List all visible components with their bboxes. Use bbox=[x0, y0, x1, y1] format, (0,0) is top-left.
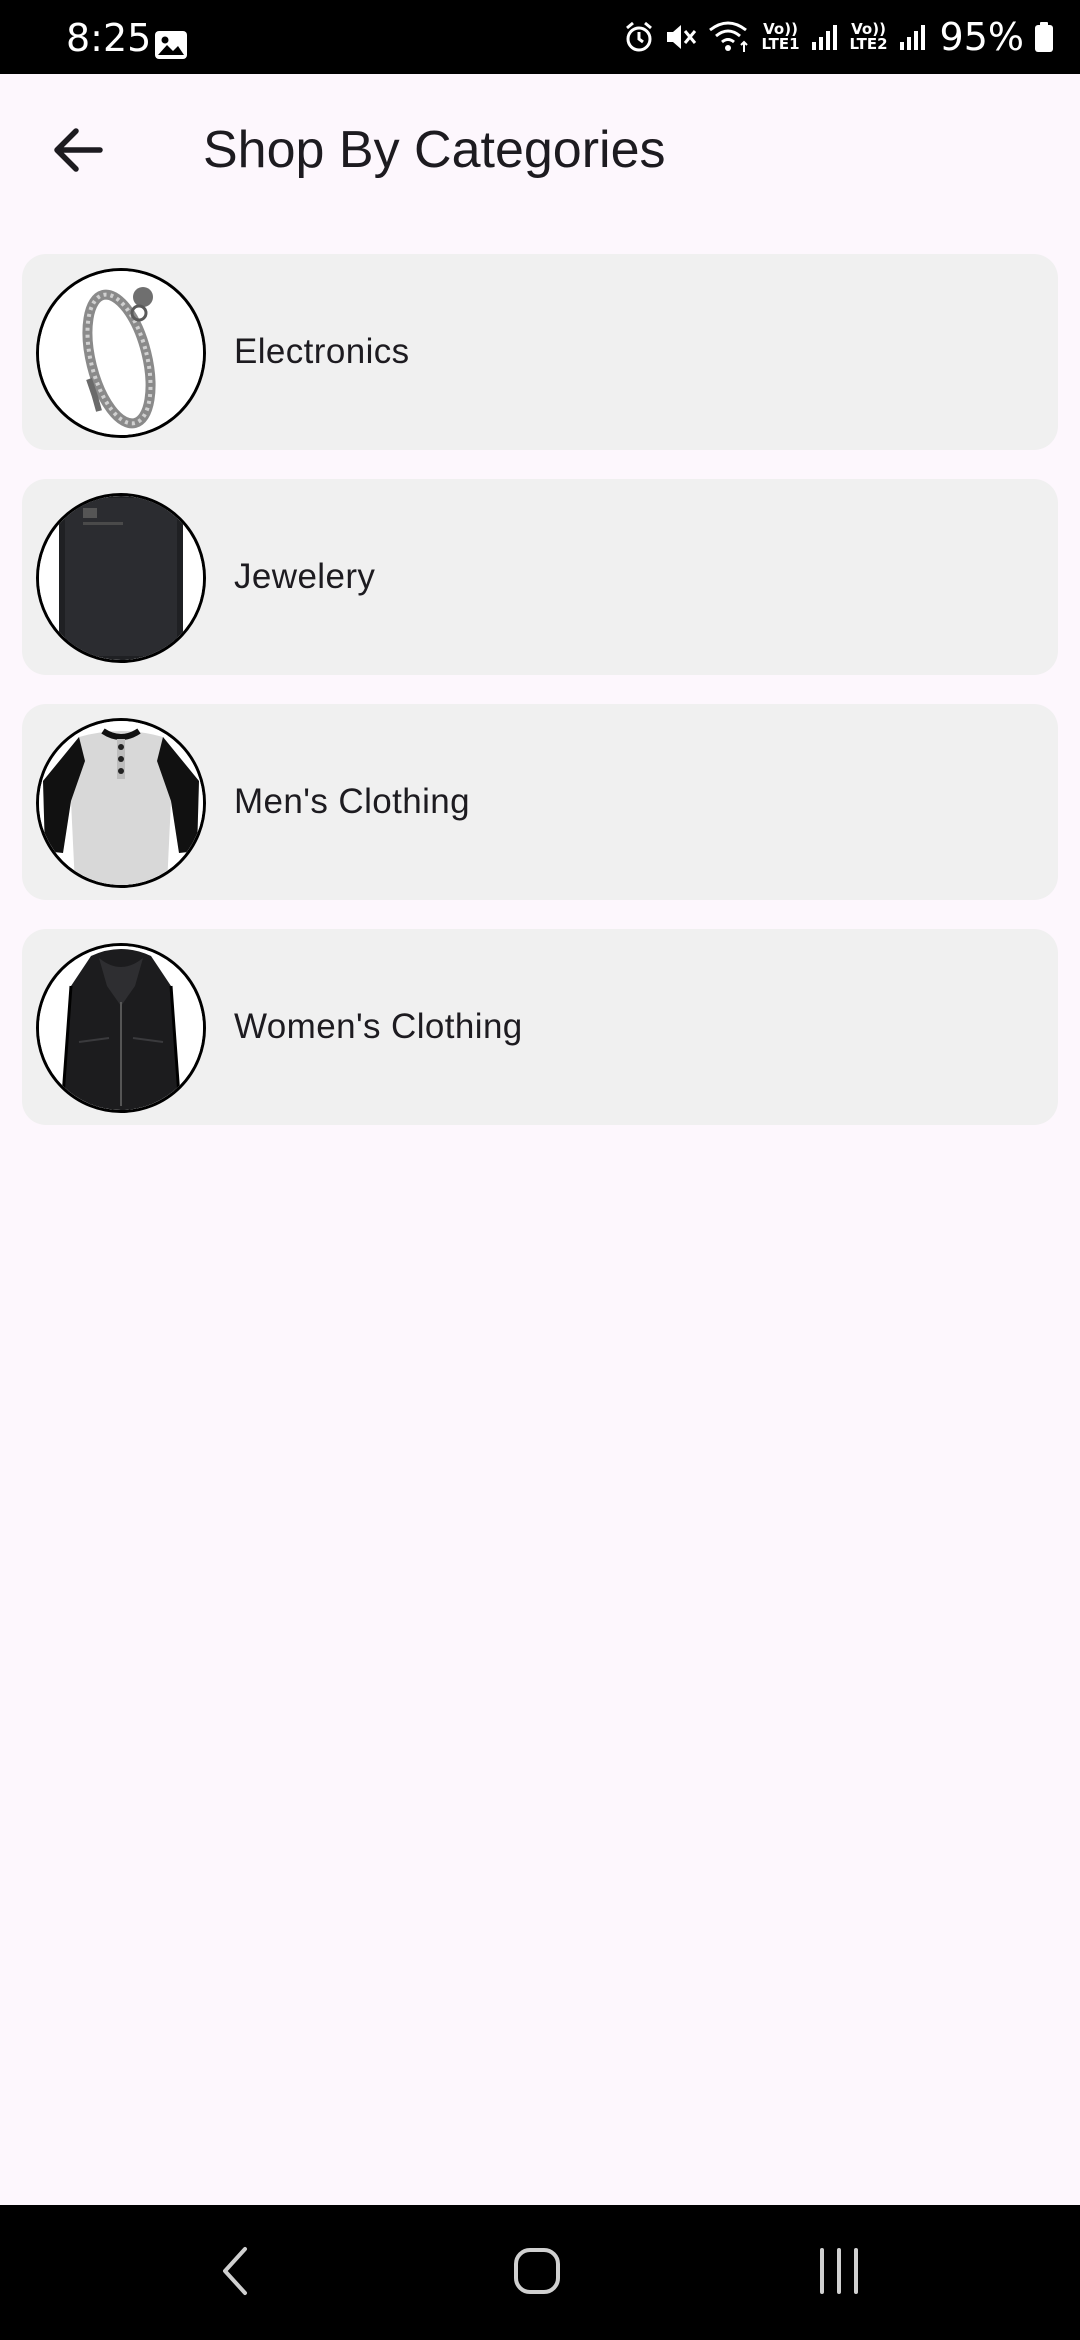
nav-recents-button[interactable] bbox=[794, 2233, 884, 2313]
nav-back-button[interactable] bbox=[190, 2233, 280, 2313]
category-card-electronics[interactable]: Electronics bbox=[22, 254, 1058, 450]
alarm-icon bbox=[624, 21, 654, 53]
page-title: Shop By Categories bbox=[203, 121, 666, 179]
battery-percent: 95% bbox=[939, 15, 1024, 59]
category-label: Jewelery bbox=[234, 557, 376, 596]
category-label: Electronics bbox=[234, 332, 410, 371]
category-label: Women's Clothing bbox=[234, 1007, 523, 1046]
status-bar: 8:25 Vo)) LTE1 Vo)) LTE2 95% bbox=[0, 0, 1080, 74]
app-bar: Shop By Categories bbox=[0, 74, 1080, 230]
sim1-label: LTE1 bbox=[761, 35, 800, 53]
hard-drive-image bbox=[36, 493, 206, 663]
sim1-indicator: Vo)) LTE1 bbox=[761, 20, 800, 53]
back-nav-icon bbox=[215, 2243, 255, 2304]
raglan-shirt-image bbox=[36, 718, 206, 888]
mute-icon bbox=[664, 21, 698, 53]
sim2-indicator: Vo)) LTE2 bbox=[849, 20, 888, 53]
battery-icon bbox=[1034, 21, 1054, 53]
back-button[interactable] bbox=[40, 114, 116, 190]
status-time: 8:25 bbox=[66, 16, 152, 60]
status-icons: Vo)) LTE1 Vo)) LTE2 95% bbox=[624, 14, 1054, 60]
home-nav-icon bbox=[512, 2246, 562, 2301]
navigation-bar bbox=[0, 2205, 1080, 2340]
category-card-mens-clothing[interactable]: Men's Clothing bbox=[22, 704, 1058, 900]
category-card-jewelery[interactable]: Jewelery bbox=[22, 479, 1058, 675]
wifi-icon bbox=[708, 20, 752, 54]
leather-jacket-image bbox=[36, 943, 206, 1113]
nav-home-button[interactable] bbox=[492, 2233, 582, 2313]
category-card-womens-clothing[interactable]: Women's Clothing bbox=[22, 929, 1058, 1125]
bracelet-image bbox=[36, 268, 206, 438]
category-label: Men's Clothing bbox=[234, 782, 471, 821]
category-list: Electronics Jewelery Men's Clothing Wome… bbox=[22, 254, 1058, 1154]
recents-nav-icon bbox=[814, 2246, 864, 2301]
signal-icon bbox=[810, 22, 840, 52]
gallery-icon bbox=[154, 30, 188, 60]
signal-icon bbox=[898, 22, 928, 52]
sim2-label: LTE2 bbox=[849, 35, 888, 53]
arrow-left-icon bbox=[52, 127, 104, 178]
